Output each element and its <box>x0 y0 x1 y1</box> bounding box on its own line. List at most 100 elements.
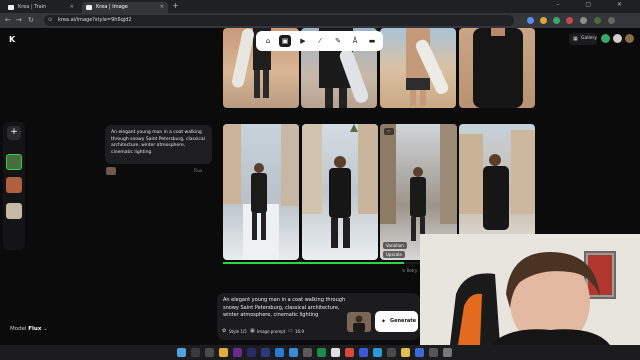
aspect-ratio-icon: ▭ <box>288 328 293 334</box>
generated-image[interactable] <box>459 28 535 108</box>
image-content <box>223 124 299 260</box>
history-thumbnail[interactable] <box>6 177 22 193</box>
webcam-feed <box>420 234 640 345</box>
app-icon[interactable] <box>331 348 340 357</box>
window-controls[interactable]: – ▢ ✕ <box>556 1 634 8</box>
history-thumbnail[interactable] <box>6 203 22 219</box>
krea-logo-icon[interactable]: K <box>9 35 17 44</box>
train-icon[interactable]: Å <box>349 35 361 47</box>
tab-krea-train[interactable]: Krea | Train ✕ <box>4 2 78 13</box>
image-icon[interactable]: ▣ <box>279 35 291 47</box>
tab-label: Krea | Train <box>18 4 47 10</box>
enhance-icon[interactable]: ⁄ <box>314 35 326 47</box>
image-content <box>473 28 523 108</box>
generated-image[interactable] <box>380 28 456 108</box>
tool-dock: ⌂ ▣ ▶ ⁄ ✎ Å ▬ <box>256 31 383 51</box>
gallery-icon: ▦ <box>573 36 578 42</box>
new-tab-button[interactable]: + <box>172 1 179 10</box>
prompt-input[interactable]: An elegant young man in a coat walking t… <box>223 297 353 320</box>
telegram-icon[interactable] <box>373 348 382 357</box>
image-prompt-icon: ▣ <box>250 328 255 334</box>
edit-icon[interactable]: ✎ <box>332 35 344 47</box>
tab-krea-image[interactable]: Krea | Image ✕ <box>82 2 168 13</box>
start-menu-icon[interactable] <box>177 348 186 357</box>
chevron-down-icon: ⌄ <box>43 326 48 332</box>
retry-label: Retry <box>406 268 418 273</box>
aspect-ratio-chip[interactable]: ▭ 16:9 <box>287 327 304 336</box>
app-icon[interactable] <box>429 348 438 357</box>
generate-label: Generate <box>390 318 417 324</box>
gallery-button[interactable]: ▦ Gallery <box>569 33 597 45</box>
progress-fill <box>223 262 404 264</box>
status-indicator-icon <box>601 34 610 43</box>
generated-image[interactable] <box>302 124 378 260</box>
app-icon[interactable] <box>303 348 312 357</box>
url-text: krea.ai/image?style=9h6qjd2 <box>58 17 132 23</box>
after-effects-icon[interactable] <box>247 348 256 357</box>
webcam-overlay <box>420 234 640 345</box>
app-icon[interactable] <box>359 348 368 357</box>
style-chip-label: Style 1/5 <box>229 329 247 334</box>
folder-icon[interactable]: ▬ <box>366 35 378 47</box>
extensions-menu-icon[interactable] <box>580 17 587 24</box>
extension-icon[interactable] <box>527 17 534 24</box>
image-content <box>302 124 378 248</box>
model-label: Model <box>10 326 27 332</box>
tab-label: Krea | Image <box>96 4 128 10</box>
video-icon[interactable]: ▶ <box>297 35 309 47</box>
avatar[interactable] <box>625 34 634 43</box>
extension-icon[interactable] <box>566 17 573 24</box>
premiere-pro-icon[interactable] <box>261 348 270 357</box>
style-icon: ✿ <box>222 328 227 334</box>
app-icon[interactable] <box>317 348 326 357</box>
back-icon[interactable]: ← <box>5 16 11 24</box>
sparkle-icon: ✦ <box>381 318 387 325</box>
close-tab-icon[interactable]: ✕ <box>160 2 164 13</box>
image-prompt-thumbnail[interactable] <box>347 312 371 332</box>
prompt-text: An elegant young man in a coat walking t… <box>111 130 205 155</box>
reference-thumbnail <box>106 167 116 175</box>
task-view-icon[interactable] <box>205 348 214 357</box>
favorite-icon[interactable]: ♡ <box>384 128 394 135</box>
search-icon[interactable] <box>191 348 200 357</box>
image-content <box>353 315 365 332</box>
premiere-icon[interactable] <box>233 348 242 357</box>
file-explorer-icon[interactable] <box>219 348 228 357</box>
chrome-icon[interactable] <box>401 348 410 357</box>
app-icon[interactable] <box>387 348 396 357</box>
notifications-icon[interactable] <box>613 34 622 43</box>
model-value: Flux <box>28 326 42 332</box>
gallery-label: Gallery <box>581 36 598 41</box>
app-icon[interactable] <box>345 348 354 357</box>
style-chip[interactable]: ✿ Style 1/5 <box>221 327 247 336</box>
profile-avatar-icon[interactable] <box>594 17 601 24</box>
retry-button[interactable]: ↻ Retry <box>402 268 417 273</box>
generated-image[interactable] <box>223 124 299 260</box>
address-bar[interactable]: ⊙ krea.ai/image?style=9h6qjd2 <box>44 15 514 26</box>
extension-icon[interactable] <box>553 17 560 24</box>
model-selector[interactable]: Model Flux ⌄ <box>10 326 48 332</box>
image-prompt-chip[interactable]: ▣ Image prompt <box>249 327 285 336</box>
retry-icon: ↻ <box>402 268 406 273</box>
krea-favicon-icon <box>8 5 14 10</box>
photoshop-icon[interactable] <box>275 348 284 357</box>
forward-icon[interactable]: → <box>16 16 22 24</box>
image-content <box>406 28 449 106</box>
close-tab-icon[interactable]: ✕ <box>70 2 74 13</box>
upscale-button[interactable]: Upscale <box>383 251 405 258</box>
image-prompt-label: Image prompt <box>257 329 286 334</box>
browser-menu-icon[interactable] <box>608 17 615 24</box>
app-icon[interactable] <box>415 348 424 357</box>
history-thumbnail[interactable] <box>6 154 22 170</box>
browser-tab-bar: Krea | Train ✕ Krea | Image ✕ + – ▢ ✕ <box>0 0 640 13</box>
new-generation-button[interactable]: + <box>7 126 21 140</box>
app-icon[interactable] <box>289 348 298 357</box>
site-info-icon[interactable]: ⊙ <box>48 15 52 26</box>
model-badge: Flux <box>194 168 203 173</box>
generate-button[interactable]: ✦ Generate <box>375 311 418 332</box>
app-icon[interactable] <box>443 348 452 357</box>
extension-icon[interactable] <box>540 17 547 24</box>
reload-icon[interactable]: ↻ <box>28 16 34 24</box>
variation-button[interactable]: Variation <box>383 242 407 249</box>
home-icon[interactable]: ⌂ <box>262 35 274 47</box>
